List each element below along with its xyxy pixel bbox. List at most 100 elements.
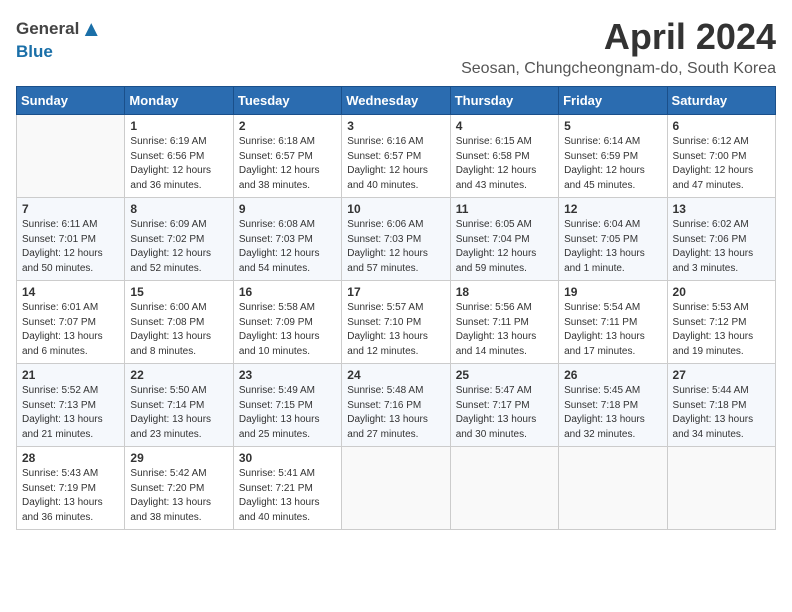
calendar-cell: 4Sunrise: 6:15 AM Sunset: 6:58 PM Daylig… [450, 115, 558, 198]
title-area: April 2024 Seosan, Chungcheongnam-do, So… [461, 16, 776, 78]
day-info: Sunrise: 6:18 AM Sunset: 6:57 PM Dayligh… [239, 135, 336, 193]
day-number: 28 [22, 451, 119, 465]
calendar-cell: 26 Sunrise: 5:45 AM Sunset: 7:18 PM Dayli… [559, 364, 667, 447]
calendar-cell [450, 447, 558, 530]
day-number: 18 [456, 285, 553, 299]
day-info: Sunrise: 6:11 AM Sunset: 7:01 PM Dayligh… [22, 218, 119, 276]
calendar-cell: 5Sunrise: 6:14 AM Sunset: 6:59 PM Daylig… [559, 115, 667, 198]
day-info: Sunrise: 5:57 AM Sunset: 7:10 PM Dayligh… [347, 301, 444, 359]
calendar-cell: 30 Sunrise: 5:41 AM Sunset: 7:21 PM Dayli… [233, 447, 341, 530]
calendar-cell: 24 Sunrise: 5:48 AM Sunset: 7:16 PM Dayli… [342, 364, 450, 447]
day-info: Sunrise: 5:56 AM Sunset: 7:11 PM Dayligh… [456, 301, 553, 359]
calendar-cell: 9 Sunrise: 6:08 AM Sunset: 7:03 PM Daylig… [233, 198, 341, 281]
day-info: Sunrise: 6:19 AM Sunset: 6:56 PM Dayligh… [130, 135, 227, 193]
day-number: 4 [456, 119, 553, 133]
logo-general: General [16, 19, 79, 39]
day-number: 13 [673, 202, 770, 216]
calendar-cell [667, 447, 775, 530]
day-info: Sunrise: 5:52 AM Sunset: 7:13 PM Dayligh… [22, 384, 119, 442]
day-number: 26 [564, 368, 661, 382]
calendar-cell: 22Sunrise: 5:50 AM Sunset: 7:14 PM Dayli… [125, 364, 233, 447]
day-number: 25 [456, 368, 553, 382]
calendar-table: SundayMondayTuesdayWednesdayThursdayFrid… [16, 86, 776, 530]
day-number: 24 [347, 368, 444, 382]
calendar-week-4: 21 Sunrise: 5:52 AM Sunset: 7:13 PM Dayli… [17, 364, 776, 447]
day-info: Sunrise: 5:58 AM Sunset: 7:09 PM Dayligh… [239, 301, 336, 359]
calendar-cell: 29Sunrise: 5:42 AM Sunset: 7:20 PM Dayli… [125, 447, 233, 530]
day-number: 19 [564, 285, 661, 299]
day-info: Sunrise: 5:44 AM Sunset: 7:18 PM Dayligh… [673, 384, 770, 442]
calendar-cell: 20 Sunrise: 5:53 AM Sunset: 7:12 PM Dayli… [667, 281, 775, 364]
calendar-header-row: SundayMondayTuesdayWednesdayThursdayFrid… [17, 87, 776, 115]
day-info: Sunrise: 5:47 AM Sunset: 7:17 PM Dayligh… [456, 384, 553, 442]
day-info: Sunrise: 6:12 AM Sunset: 7:00 PM Dayligh… [673, 135, 770, 193]
month-title: April 2024 [461, 16, 776, 58]
day-number: 9 [239, 202, 336, 216]
calendar-cell: 12Sunrise: 6:04 AM Sunset: 7:05 PM Dayli… [559, 198, 667, 281]
day-info: Sunrise: 5:43 AM Sunset: 7:19 PM Dayligh… [22, 467, 119, 525]
day-number: 21 [22, 368, 119, 382]
logo-blue: Blue [16, 42, 53, 62]
day-number: 15 [130, 285, 227, 299]
day-info: Sunrise: 6:09 AM Sunset: 7:02 PM Dayligh… [130, 218, 227, 276]
weekday-header-sunday: Sunday [17, 87, 125, 115]
calendar-cell [559, 447, 667, 530]
day-number: 30 [239, 451, 336, 465]
day-number: 16 [239, 285, 336, 299]
calendar-cell: 21 Sunrise: 5:52 AM Sunset: 7:13 PM Dayli… [17, 364, 125, 447]
calendar-cell: 2 Sunrise: 6:18 AM Sunset: 6:57 PM Daylig… [233, 115, 341, 198]
day-number: 27 [673, 368, 770, 382]
day-number: 20 [673, 285, 770, 299]
calendar-cell: 3 Sunrise: 6:16 AM Sunset: 6:57 PM Daylig… [342, 115, 450, 198]
calendar-cell: 1Sunrise: 6:19 AM Sunset: 6:56 PM Daylig… [125, 115, 233, 198]
weekday-header-friday: Friday [559, 87, 667, 115]
day-info: Sunrise: 6:08 AM Sunset: 7:03 PM Dayligh… [239, 218, 336, 276]
weekday-header-thursday: Thursday [450, 87, 558, 115]
day-number: 14 [22, 285, 119, 299]
day-info: Sunrise: 5:53 AM Sunset: 7:12 PM Dayligh… [673, 301, 770, 359]
weekday-header-monday: Monday [125, 87, 233, 115]
calendar-cell: 11 Sunrise: 6:05 AM Sunset: 7:04 PM Dayli… [450, 198, 558, 281]
calendar-week-1: 1Sunrise: 6:19 AM Sunset: 6:56 PM Daylig… [17, 115, 776, 198]
calendar-cell: 14 Sunrise: 6:01 AM Sunset: 7:07 PM Dayli… [17, 281, 125, 364]
day-info: Sunrise: 6:06 AM Sunset: 7:03 PM Dayligh… [347, 218, 444, 276]
day-info: Sunrise: 6:02 AM Sunset: 7:06 PM Dayligh… [673, 218, 770, 276]
logo: General ▲ Blue [16, 16, 102, 62]
day-number: 11 [456, 202, 553, 216]
day-info: Sunrise: 5:42 AM Sunset: 7:20 PM Dayligh… [130, 467, 227, 525]
calendar-cell: 17 Sunrise: 5:57 AM Sunset: 7:10 PM Dayli… [342, 281, 450, 364]
day-number: 22 [130, 368, 227, 382]
calendar-cell: 18 Sunrise: 5:56 AM Sunset: 7:11 PM Dayli… [450, 281, 558, 364]
day-number: 10 [347, 202, 444, 216]
calendar-cell: 15 Sunrise: 6:00 AM Sunset: 7:08 PM Dayli… [125, 281, 233, 364]
calendar-week-3: 14 Sunrise: 6:01 AM Sunset: 7:07 PM Dayli… [17, 281, 776, 364]
day-info: Sunrise: 5:49 AM Sunset: 7:15 PM Dayligh… [239, 384, 336, 442]
day-number: 2 [239, 119, 336, 133]
calendar-week-5: 28 Sunrise: 5:43 AM Sunset: 7:19 PM Dayli… [17, 447, 776, 530]
day-number: 12 [564, 202, 661, 216]
page-header: General ▲ Blue April 2024 Seosan, Chungc… [16, 16, 776, 78]
day-info: Sunrise: 6:16 AM Sunset: 6:57 PM Dayligh… [347, 135, 444, 193]
day-info: Sunrise: 6:01 AM Sunset: 7:07 PM Dayligh… [22, 301, 119, 359]
calendar-cell: 13 Sunrise: 6:02 AM Sunset: 7:06 PM Dayli… [667, 198, 775, 281]
calendar-cell: 16 Sunrise: 5:58 AM Sunset: 7:09 PM Dayli… [233, 281, 341, 364]
day-info: Sunrise: 5:41 AM Sunset: 7:21 PM Dayligh… [239, 467, 336, 525]
day-info: Sunrise: 6:00 AM Sunset: 7:08 PM Dayligh… [130, 301, 227, 359]
calendar-cell: 6 Sunrise: 6:12 AM Sunset: 7:00 PM Daylig… [667, 115, 775, 198]
calendar-week-2: 7Sunrise: 6:11 AM Sunset: 7:01 PM Daylig… [17, 198, 776, 281]
day-number: 23 [239, 368, 336, 382]
day-number: 6 [673, 119, 770, 133]
calendar-cell: 25 Sunrise: 5:47 AM Sunset: 7:17 PM Dayli… [450, 364, 558, 447]
logo-bird-icon: ▲ [80, 16, 102, 42]
calendar-cell [17, 115, 125, 198]
day-number: 17 [347, 285, 444, 299]
weekday-header-saturday: Saturday [667, 87, 775, 115]
day-info: Sunrise: 6:05 AM Sunset: 7:04 PM Dayligh… [456, 218, 553, 276]
calendar-cell: 7Sunrise: 6:11 AM Sunset: 7:01 PM Daylig… [17, 198, 125, 281]
day-number: 3 [347, 119, 444, 133]
calendar-cell: 19Sunrise: 5:54 AM Sunset: 7:11 PM Dayli… [559, 281, 667, 364]
day-info: Sunrise: 5:45 AM Sunset: 7:18 PM Dayligh… [564, 384, 661, 442]
day-info: Sunrise: 5:48 AM Sunset: 7:16 PM Dayligh… [347, 384, 444, 442]
calendar-cell: 27 Sunrise: 5:44 AM Sunset: 7:18 PM Dayli… [667, 364, 775, 447]
calendar-cell: 23 Sunrise: 5:49 AM Sunset: 7:15 PM Dayli… [233, 364, 341, 447]
